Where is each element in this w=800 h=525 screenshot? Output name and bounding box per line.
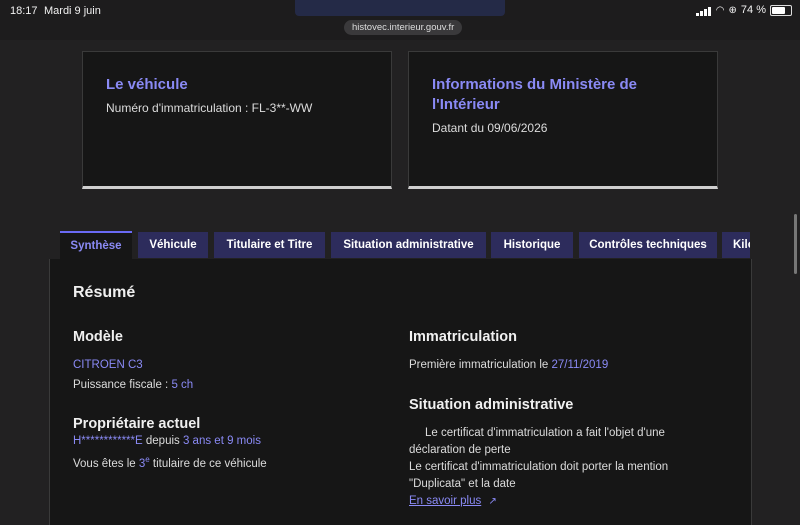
status-bar: 18:17 Mardi 9 juin ◠ ⊕ 74 % — [0, 0, 800, 22]
modele-name: CITROEN C3 — [73, 359, 143, 371]
premiere-immatriculation: Première immatriculation le 27/11/2019 — [409, 357, 608, 374]
proprietaire-line: H************E depuis 3 ans et 9 mois — [73, 433, 261, 450]
situation-perte: Le certificat d'immatriculation a fait l… — [409, 427, 665, 456]
en-savoir-plus-link[interactable]: En savoir plus — [409, 495, 481, 507]
rank-suffix: titulaire de ce véhicule — [149, 457, 267, 470]
tab-historique[interactable]: Historique — [491, 232, 573, 258]
signal-icon — [695, 4, 712, 16]
vehicle-card: Le véhicule Numéro d'immatriculation : F… — [82, 51, 392, 189]
external-link-icon: ↗ — [488, 496, 497, 507]
immatriculation-heading: Immatriculation — [409, 329, 517, 345]
ministry-card-date: Datant du 09/06/2026 — [432, 121, 548, 135]
orientation-lock-icon: ⊕ — [728, 4, 737, 16]
depuis-value: 3 ans et 9 mois — [182, 435, 261, 447]
status-date: Mardi 9 juin — [44, 5, 101, 17]
tab-synthese[interactable]: Synthèse — [60, 231, 132, 260]
page-scrollbar[interactable] — [794, 214, 797, 274]
tab-kilometrage[interactable]: Kilo — [722, 232, 750, 258]
battery-icon — [770, 4, 792, 16]
tab-vehicule[interactable]: Véhicule — [138, 232, 208, 258]
rank-line: Vous êtes le 3e titulaire de ce véhicule — [73, 451, 267, 473]
vehicle-card-plate: Numéro d'immatriculation : FL-3**-WW — [106, 101, 313, 115]
proprietaire-name: H************E — [73, 435, 143, 447]
puissance-fiscale: Puissance fiscale : 5 ch — [73, 377, 193, 394]
address-bar[interactable]: histovec.interieur.gouv.fr — [344, 20, 463, 35]
ministry-card: Informations du Ministère de l'Intérieur… — [408, 51, 718, 189]
situation-duplicata: Le certificat d'immatriculation doit por… — [409, 461, 669, 490]
puissance-label: Puissance fiscale : — [73, 379, 172, 391]
wifi-icon: ◠ — [715, 4, 725, 16]
puissance-value: 5 ch — [171, 379, 194, 391]
en-savoir-plus[interactable]: En savoir plus ↗ — [409, 493, 497, 510]
immat-label: Première immatriculation le — [409, 359, 552, 371]
tab-situation[interactable]: Situation administrative — [331, 232, 486, 258]
proprietaire-heading: Propriétaire actuel — [73, 416, 201, 432]
status-time: 18:17 — [10, 5, 38, 17]
tab-controles[interactable]: Contrôles techniques — [579, 232, 717, 258]
ministry-card-title: Informations du Ministère de l'Intérieur — [432, 76, 638, 113]
summary-title: Résumé — [73, 284, 136, 301]
situation-heading: Situation administrative — [409, 397, 574, 413]
rank-prefix: Vous êtes le — [73, 457, 139, 470]
tab-titulaire[interactable]: Titulaire et Titre — [214, 232, 325, 258]
battery-percent: 74 % — [740, 4, 766, 16]
immat-date: 27/11/2019 — [551, 359, 609, 371]
modele-heading: Modèle — [73, 329, 123, 345]
depuis-label: depuis — [142, 435, 183, 447]
vehicle-card-title: Le véhicule — [106, 76, 188, 93]
tab-bar: Synthèse Véhicule Titulaire et Titre Sit… — [60, 231, 750, 260]
synthese-panel: Résumé Modèle CITROEN C3 Puissance fisca… — [49, 259, 752, 525]
